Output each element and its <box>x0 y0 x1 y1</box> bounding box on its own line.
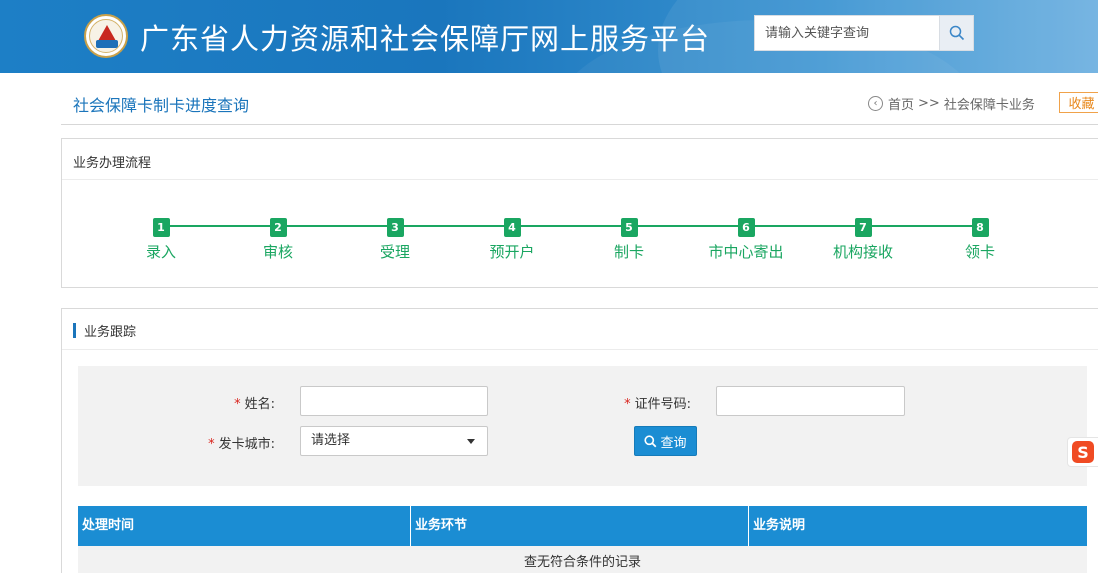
step-label: 机构接收 <box>832 243 893 261</box>
breadcrumb-separator: >> <box>918 96 940 111</box>
back-circle-icon[interactable]: ‹ <box>868 96 883 111</box>
process-step: 5 制卡 <box>569 216 689 262</box>
process-step: 7 机构接收 <box>803 216 923 262</box>
table-header: 处理时间 业务环节 业务说明 <box>78 506 1087 546</box>
step-number: 6 <box>737 218 755 237</box>
search-icon <box>644 434 657 447</box>
process-step: 1 录入 <box>101 216 221 262</box>
sogou-ime-icon[interactable]: S <box>1067 437 1098 467</box>
emblem-icon[interactable] <box>84 14 128 58</box>
page-title: 社会保障卡制卡进度查询 <box>73 96 250 115</box>
required-mark: * <box>208 437 215 452</box>
step-label: 受理 <box>379 243 410 261</box>
breadcrumb: ‹ 首页 >> 社会保障卡业务 <box>868 94 1035 113</box>
tracking-table: 处理时间 业务环节 业务说明 查无符合条件的记录 <box>78 506 1087 573</box>
city-label: * 发卡城市: <box>208 433 275 452</box>
empty-table-message: 查无符合条件的记录 <box>78 546 1087 573</box>
chevron-down-icon <box>467 439 475 444</box>
site-title[interactable]: 广东省人力资源和社会保障厅网上服务平台 <box>140 16 710 58</box>
name-field[interactable] <box>300 386 488 416</box>
query-button[interactable]: 查询 <box>634 426 697 456</box>
step-number: 4 <box>503 218 521 237</box>
city-select[interactable]: 请选择 <box>300 426 488 456</box>
step-label: 审核 <box>262 243 293 261</box>
query-form: * 姓名: * 证件号码: * 发卡城市: 请选择 查询 <box>78 366 1087 486</box>
process-step: 4 预开户 <box>452 216 572 262</box>
step-number: 2 <box>269 218 287 237</box>
tracking-heading: 业务跟踪 <box>84 325 137 340</box>
tracking-panel: 业务跟踪 * 姓名: * 证件号码: * 发卡城市: 请选择 查询 处理时间 业… <box>61 308 1098 573</box>
panel-divider <box>62 349 1098 350</box>
city-select-value: 请选择 <box>311 433 351 448</box>
site-search <box>754 15 974 51</box>
step-number: 3 <box>386 218 404 237</box>
id-number-field[interactable] <box>716 386 905 416</box>
favorite-button[interactable]: 收藏 <box>1059 92 1098 113</box>
step-label: 录入 <box>145 243 176 261</box>
process-step: 6 市中心寄出 <box>686 216 806 262</box>
step-label: 市中心寄出 <box>708 243 784 261</box>
search-input[interactable] <box>755 16 939 50</box>
id-label-text: 证件号码: <box>634 397 691 412</box>
site-header: 广东省人力资源和社会保障厅网上服务平台 <box>0 0 1098 73</box>
step-label: 预开户 <box>489 243 535 261</box>
process-step: 2 审核 <box>218 216 338 262</box>
name-label-text: 姓名: <box>244 397 275 412</box>
process-step: 3 受理 <box>335 216 455 262</box>
city-label-text: 发卡城市: <box>218 437 275 452</box>
heading-accent-bar <box>73 323 76 338</box>
process-panel: 业务办理流程 1 录入 2 审核 3 受理 4 预开户 5 制卡 6 市中心寄出… <box>61 138 1098 288</box>
breadcrumb-current: 社会保障卡业务 <box>943 98 1035 113</box>
column-header[interactable]: 业务说明 <box>749 506 1087 546</box>
column-header[interactable]: 业务环节 <box>411 506 749 546</box>
step-number: 7 <box>854 218 872 237</box>
process-steps: 1 录入 2 审核 3 受理 4 预开户 5 制卡 6 市中心寄出 7 机构接收… <box>62 139 1098 287</box>
name-label: * 姓名: <box>234 393 275 412</box>
process-step: 8 领卡 <box>920 216 1040 262</box>
search-icon <box>949 25 964 41</box>
step-number: 5 <box>620 218 638 237</box>
search-button[interactable] <box>939 16 973 50</box>
title-divider <box>61 124 1098 125</box>
query-button-label: 查询 <box>660 435 687 451</box>
step-number: 8 <box>971 218 989 237</box>
column-header[interactable]: 处理时间 <box>78 506 411 546</box>
tracking-heading-wrap: 业务跟踪 <box>73 321 136 340</box>
required-mark: * <box>234 397 241 412</box>
step-number: 1 <box>152 218 170 237</box>
breadcrumb-home[interactable]: 首页 <box>888 94 914 113</box>
required-mark: * <box>624 397 631 412</box>
id-label: * 证件号码: <box>624 393 691 412</box>
step-label: 制卡 <box>613 243 644 261</box>
step-label: 领卡 <box>964 243 995 261</box>
